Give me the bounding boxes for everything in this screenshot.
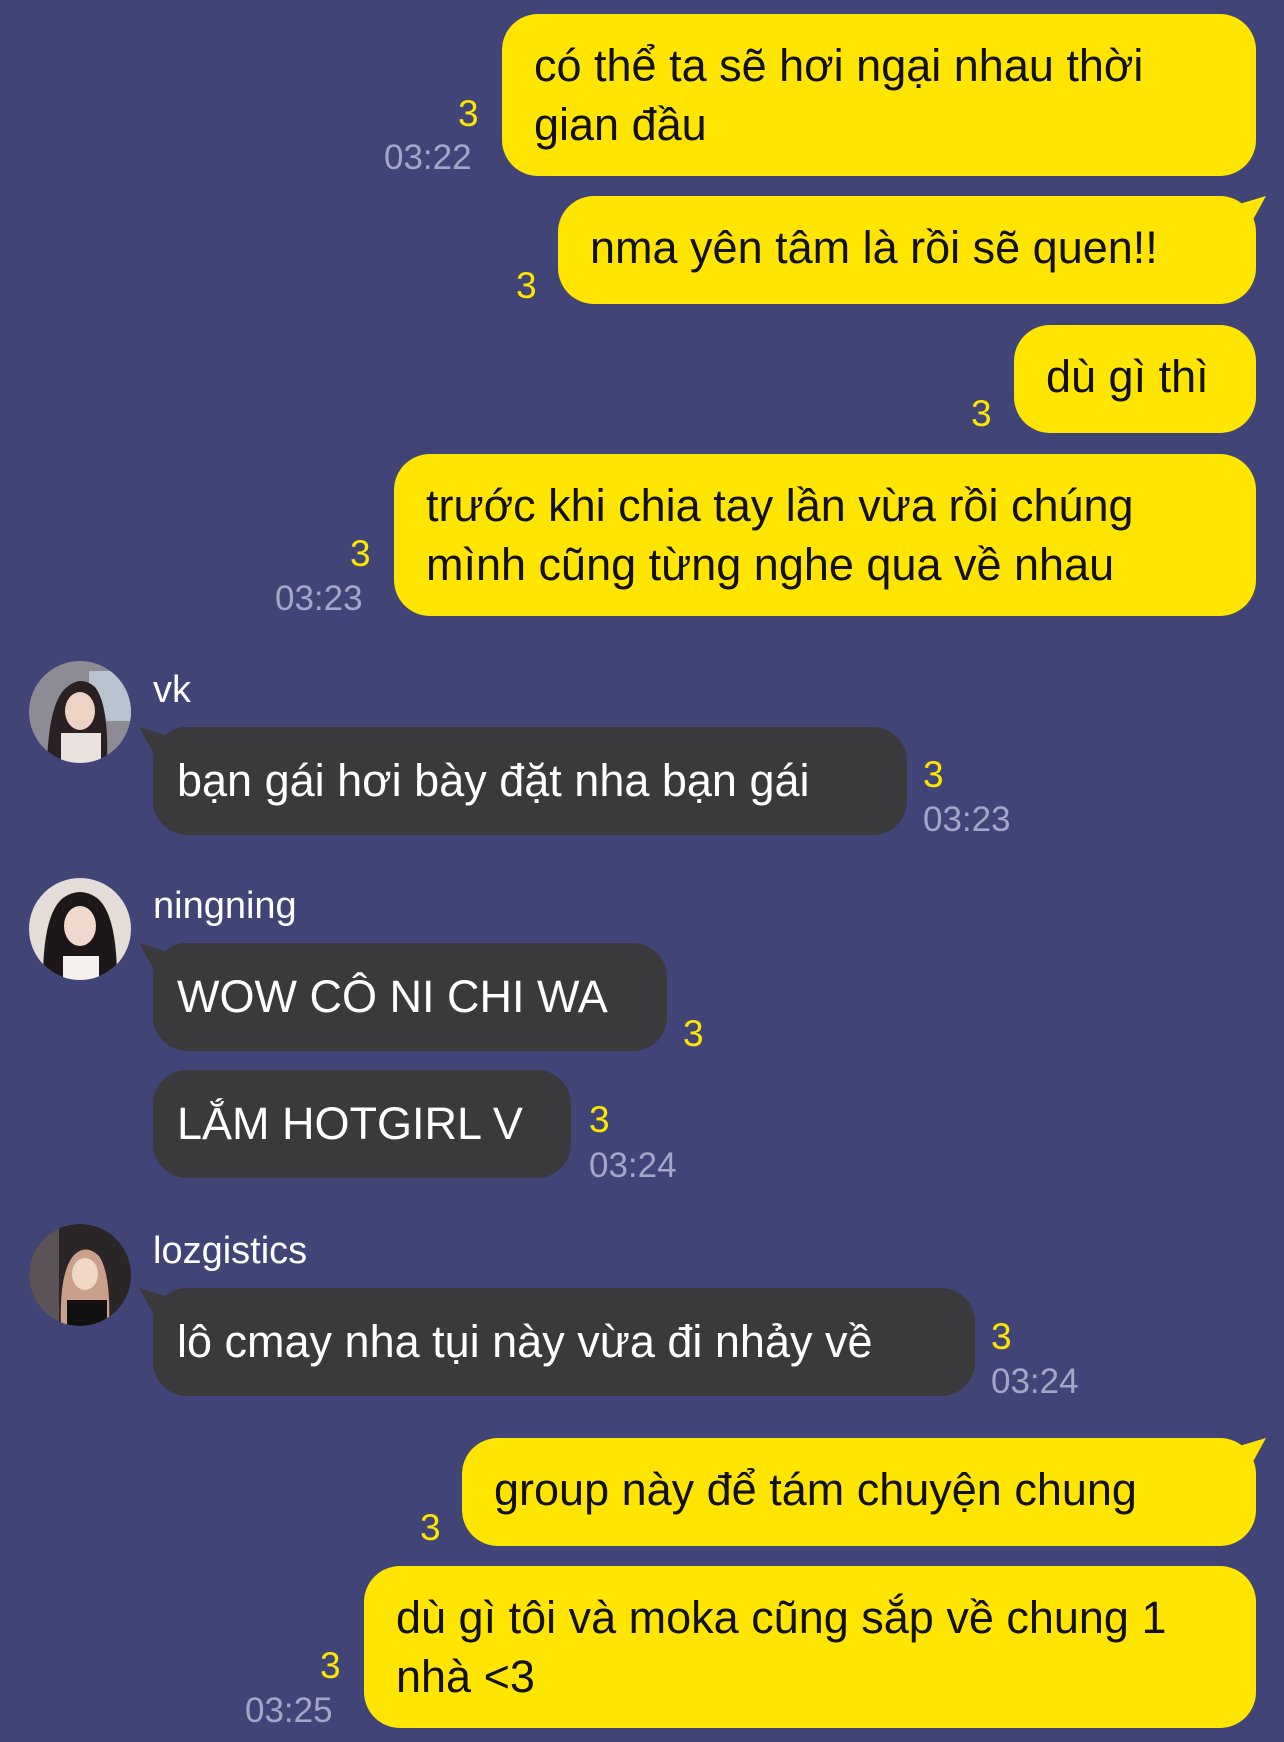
incoming-message-bubble[interactable]: lô cmay nha tụi này vừa đi nhảy về (153, 1288, 975, 1396)
timestamp: 03:24 (991, 1362, 1079, 1401)
message-text: bạn gái hơi bày đặt nha bạn gái (177, 755, 810, 806)
message-text: dù gì thì (1046, 351, 1209, 402)
sender-name: ningning (153, 885, 297, 927)
incoming-message-bubble[interactable]: WOW CÔ NI CHI WA (153, 943, 667, 1051)
read-count: 3 (320, 1645, 341, 1686)
timestamp: 03:23 (923, 800, 1011, 839)
outgoing-message-bubble[interactable]: dù gì tôi và moka cũng sắp về chung 1 nh… (364, 1566, 1256, 1728)
message-text: có thể ta sẽ hơi ngại nhau thời gian đầu (534, 40, 1144, 150)
read-count: 3 (420, 1507, 441, 1548)
read-count: 3 (991, 1316, 1012, 1357)
read-count: 3 (683, 1013, 704, 1054)
sender-name: vk (153, 669, 191, 711)
outgoing-message-bubble[interactable]: có thể ta sẽ hơi ngại nhau thời gian đầu (502, 14, 1256, 176)
avatar-ningning[interactable] (29, 878, 131, 980)
timestamp: 03:23 (275, 579, 363, 618)
avatar-lozgistics[interactable] (29, 1224, 131, 1326)
message-text: dù gì tôi và moka cũng sắp về chung 1 nh… (396, 1592, 1167, 1702)
message-text: group này để tám chuyện chung (494, 1464, 1137, 1515)
read-count: 3 (589, 1099, 610, 1140)
read-count: 3 (350, 533, 371, 574)
outgoing-message-bubble[interactable]: dù gì thì (1014, 325, 1256, 433)
outgoing-message-bubble[interactable]: group này để tám chuyện chung (462, 1438, 1256, 1546)
read-count: 3 (516, 265, 537, 306)
message-text: trước khi chia tay lần vừa rồi chúng mìn… (426, 480, 1134, 590)
incoming-message-bubble[interactable]: LẮM HOTGIRL V (153, 1070, 571, 1178)
message-text: LẮM HOTGIRL V (177, 1098, 523, 1149)
incoming-message-bubble[interactable]: bạn gái hơi bày đặt nha bạn gái (153, 727, 907, 835)
message-text: WOW CÔ NI CHI WA (177, 971, 608, 1022)
message-text: nma yên tâm là rồi sẽ quen!! (590, 222, 1158, 273)
read-count: 3 (923, 754, 944, 795)
outgoing-message-bubble[interactable]: trước khi chia tay lần vừa rồi chúng mìn… (394, 454, 1256, 616)
timestamp: 03:25 (245, 1691, 333, 1730)
avatar-vk[interactable] (29, 661, 131, 763)
sender-name: lozgistics (153, 1230, 308, 1272)
timestamp: 03:22 (384, 138, 472, 177)
message-text: lô cmay nha tụi này vừa đi nhảy về (177, 1316, 873, 1367)
timestamp: 03:24 (589, 1146, 677, 1185)
read-count: 3 (458, 93, 479, 134)
read-count: 3 (971, 393, 992, 434)
outgoing-message-bubble[interactable]: nma yên tâm là rồi sẽ quen!! (558, 196, 1256, 304)
